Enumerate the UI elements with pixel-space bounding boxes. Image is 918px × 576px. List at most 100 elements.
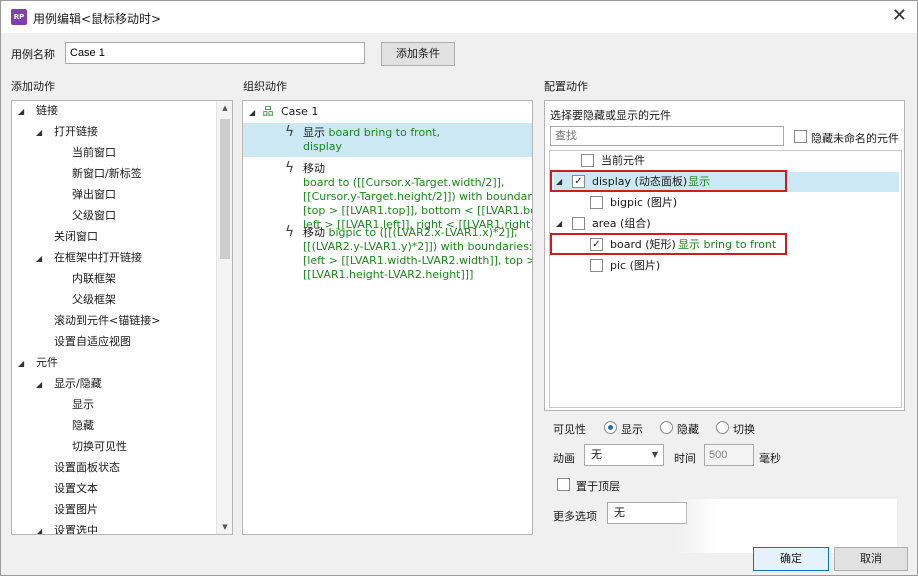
widget-row[interactable]: 当前元件 — [554, 151, 899, 171]
bring-to-front-checkbox[interactable] — [557, 478, 570, 491]
expand-icon[interactable]: ◢ — [36, 375, 46, 395]
tree-item-label: 关闭窗口 — [54, 230, 98, 243]
visibility-show-label: 显示 — [621, 423, 643, 436]
widget-row[interactable]: pic (图片) — [554, 256, 899, 276]
add-condition-button[interactable]: 添加条件 — [381, 42, 455, 66]
lightning-icon: ϟ — [285, 160, 295, 176]
tree-item[interactable]: 父级框架 — [54, 290, 116, 310]
expand-icon[interactable]: ◢ — [18, 102, 28, 122]
more-options-label: 更多选项 — [553, 510, 597, 523]
dialog-title: 用例编辑<鼠标移动时> — [33, 12, 162, 26]
action-verb: 移动 — [303, 226, 325, 239]
tree-item-label: 父级窗口 — [72, 209, 116, 222]
tree-item-label: 设置自适应视图 — [54, 335, 131, 348]
add-action-scrollbar[interactable]: ▲ ▼ — [216, 101, 232, 534]
tree-item[interactable]: ◢ 打开链接 — [36, 122, 98, 142]
tree-item[interactable]: 切换可见性 — [54, 437, 127, 457]
tree-item[interactable]: 关闭窗口 — [36, 227, 98, 247]
visibility-show-radio[interactable] — [604, 421, 617, 434]
tree-item-label: 设置面板状态 — [54, 461, 120, 474]
highlight-box — [550, 170, 787, 192]
widget-checkbox[interactable] — [581, 154, 594, 167]
widget-search-input[interactable] — [550, 126, 784, 146]
close-icon[interactable]: ✕ — [892, 5, 907, 26]
tree-item[interactable]: 内联框架 — [54, 269, 116, 289]
widget-checkbox[interactable] — [572, 217, 585, 230]
organize-action-panel[interactable]: ◢ 品 Case 1 ϟ 显示 board bring to front, dis… — [242, 100, 533, 535]
visibility-toggle-radio[interactable] — [716, 421, 729, 434]
highlight-box — [550, 233, 787, 255]
tree-item[interactable]: ◢ 设置选中 — [36, 521, 98, 534]
widget-row[interactable]: bigpic (图片) — [554, 193, 899, 213]
action-item[interactable]: ϟ 显示 board bring to front, display — [243, 123, 532, 157]
action-item[interactable]: ϟ 移动 board to ([[Cursor.x-Target.width/2]… — [243, 159, 532, 231]
add-action-tree[interactable]: ◢ 链接 ◢ 打开链接 当前窗口 新窗口/新标签 弹出窗口 父级窗口 关闭窗口 ◢ 在框架中打开链接… — [11, 100, 233, 535]
case-editor-dialog: RP 用例编辑<鼠标移动时> ✕ 用例名称 添加条件 添加动作 组织动作 配置动… — [0, 0, 918, 576]
animation-select[interactable]: 无 ▼ — [584, 444, 664, 466]
tree-item[interactable]: 弹出窗口 — [54, 185, 116, 205]
visibility-hide-label: 隐藏 — [677, 423, 699, 436]
scroll-up-icon[interactable]: ▲ — [217, 101, 232, 115]
hide-unnamed-checkbox[interactable] — [794, 130, 807, 143]
tree-item[interactable]: 设置图片 — [36, 500, 98, 520]
action-text: bigpic to ([[(LVAR2.x-LVAR1.x)*2]], [[(L… — [303, 226, 533, 281]
tree-item[interactable]: ◢ 显示/隐藏 — [36, 374, 102, 394]
animation-label: 动画 — [553, 452, 575, 465]
tree-item[interactable]: 滚动到元件<锚链接> — [36, 311, 160, 331]
time-input[interactable] — [704, 444, 754, 466]
tree-item[interactable]: 显示 — [54, 395, 94, 415]
lightning-icon: ϟ — [285, 224, 295, 240]
tree-item-label: 打开链接 — [54, 125, 98, 138]
chevron-down-icon: ▼ — [651, 450, 658, 459]
expand-icon[interactable]: ◢ — [249, 103, 259, 123]
widget-checkbox[interactable] — [590, 259, 603, 272]
expand-icon[interactable]: ◢ — [36, 522, 46, 534]
lightning-icon: ϟ — [285, 124, 295, 140]
time-label: 时间 — [674, 452, 696, 465]
tree-item[interactable]: 设置自适应视图 — [36, 332, 131, 352]
axure-rp-icon: RP — [11, 9, 27, 25]
tree-item[interactable]: 当前窗口 — [54, 143, 116, 163]
scroll-thumb[interactable] — [220, 119, 230, 259]
widget-row[interactable]: ◢ area (组合) — [554, 214, 899, 234]
tree-item-label: 内联框架 — [72, 272, 116, 285]
tree-item[interactable]: 父级窗口 — [54, 206, 116, 226]
case-name-input[interactable] — [65, 42, 365, 64]
action-verb: 显示 — [303, 126, 325, 139]
expand-icon[interactable]: ◢ — [36, 249, 46, 269]
select-widgets-label: 选择要隐藏或显示的元件 — [550, 109, 671, 122]
visibility-toggle-label: 切换 — [733, 423, 755, 436]
case-node-label: Case 1 — [281, 105, 319, 118]
scroll-down-icon[interactable]: ▼ — [217, 520, 232, 534]
widget-checkbox[interactable] — [590, 196, 603, 209]
tree-item-label: 显示/隐藏 — [54, 377, 102, 390]
tree-item-label: 设置图片 — [54, 503, 98, 516]
action-item[interactable]: ϟ 移动 bigpic to ([[(LVAR2.x-LVAR1.x)*2]], … — [243, 223, 532, 285]
action-verb: 移动 — [303, 162, 325, 175]
watermark-overlay — [677, 499, 897, 553]
tree-item[interactable]: 设置面板状态 — [36, 458, 120, 478]
organize-action-heading: 组织动作 — [243, 80, 287, 93]
case-node[interactable]: ◢ 品 Case 1 — [249, 102, 318, 122]
ok-button[interactable]: 确定 — [753, 547, 829, 571]
more-options-select[interactable]: 无 — [607, 502, 687, 524]
tree-item[interactable]: ◢ 元件 — [18, 353, 58, 373]
tree-item[interactable]: ◢ 链接 — [18, 101, 58, 121]
tree-item[interactable]: 设置文本 — [36, 479, 98, 499]
tree-item[interactable]: ◢ 在框架中打开链接 — [36, 248, 142, 268]
configure-panel: 选择要隐藏或显示的元件 隐藏未命名的元件 当前元件◢✓display (动态面板… — [544, 100, 905, 411]
expand-icon[interactable]: ◢ — [18, 354, 28, 374]
hide-unnamed-label: 隐藏未命名的元件 — [811, 132, 899, 145]
tree-item-label: 显示 — [72, 398, 94, 411]
ms-label: 毫秒 — [759, 452, 781, 465]
tree-item-label: 滚动到元件<锚链接> — [54, 314, 161, 327]
tree-item[interactable]: 新窗口/新标签 — [54, 164, 142, 184]
expand-icon[interactable]: ◢ — [36, 123, 46, 143]
expand-icon[interactable]: ◢ — [556, 214, 566, 234]
animation-value: 无 — [591, 448, 602, 461]
cancel-button[interactable]: 取消 — [834, 547, 908, 571]
visibility-hide-radio[interactable] — [660, 421, 673, 434]
case-name-label: 用例名称 — [11, 48, 55, 61]
tree-item[interactable]: 隐藏 — [54, 416, 94, 436]
bring-to-front-label: 置于顶层 — [576, 480, 620, 493]
